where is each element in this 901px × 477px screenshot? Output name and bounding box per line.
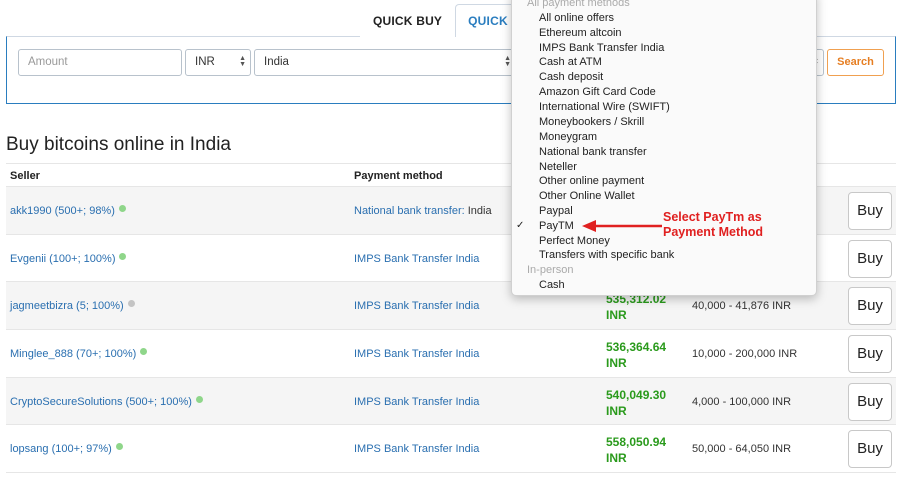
dropdown-option[interactable]: Paypal <box>539 205 573 217</box>
table-row: lopsang (100+; 97%) IMPS Bank Transfer I… <box>6 425 896 474</box>
annotation-callout: Select PayTm as Payment Method <box>663 210 764 239</box>
online-status-dot-icon <box>118 205 126 212</box>
dropdown-option[interactable]: National bank transfer <box>539 146 647 158</box>
buy-button[interactable]: Buy <box>848 382 892 421</box>
online-status-dot-icon <box>140 348 148 356</box>
table-row: CryptoSecureSolutions (500+; 100%) IMPS … <box>6 377 896 426</box>
dropdown-option[interactable]: Transfers with specific bank <box>539 249 674 261</box>
currency-value: INR <box>195 56 215 68</box>
offline-status-dot-icon <box>127 300 135 308</box>
select-arrows-icon: ▲▼ <box>504 55 511 68</box>
dropdown-option[interactable]: Other online payment <box>539 175 644 187</box>
buy-button[interactable]: Buy <box>848 192 892 230</box>
dropdown-option[interactable]: Cash at ATM <box>539 56 602 68</box>
payment-method-link[interactable]: National bank transfer: India <box>354 205 492 217</box>
payment-method-link[interactable]: IMPS Bank Transfer India <box>354 300 479 312</box>
price: 535,312.02 INR <box>606 292 667 323</box>
payment-method-link[interactable]: IMPS Bank Transfer India <box>354 348 479 360</box>
limits: 50,000 - 64,050 INR <box>692 443 792 456</box>
seller-link[interactable]: CryptoSecureSolutions (500+; 100%) <box>10 395 203 408</box>
seller-link[interactable]: Evgenii (100+; 100%) <box>10 252 127 265</box>
dropdown-option[interactable]: IMPS Bank Transfer India <box>539 42 664 54</box>
header-seller: Seller <box>10 170 40 182</box>
buy-button[interactable]: Buy <box>848 239 892 278</box>
price: 558,050.94 INR <box>606 435 667 466</box>
seller-link[interactable]: akk1990 (500+; 98%) <box>10 205 126 217</box>
dropdown-option[interactable]: Neteller <box>539 161 577 173</box>
price: 536,364.64 INR <box>606 340 667 371</box>
tab-quick-buy[interactable]: QUICK BUY <box>360 4 456 37</box>
price: 540,049.30 INR <box>606 387 667 418</box>
seller-link[interactable]: lopsang (100+; 97%) <box>10 443 123 455</box>
payment-method-link[interactable]: IMPS Bank Transfer India <box>354 443 479 455</box>
dropdown-group-label: In-person <box>527 264 574 276</box>
seller-link[interactable]: Minglee_888 (70+; 100%) <box>10 348 148 360</box>
dropdown-option[interactable]: Other Online Wallet <box>539 190 635 202</box>
dropdown-group-label: All payment methods <box>527 0 630 9</box>
dropdown-option[interactable]: International Wire (SWIFT) <box>539 101 670 113</box>
dropdown-option-selected[interactable]: PayTM <box>539 220 574 232</box>
select-arrows-icon: ▲▼ <box>239 55 246 68</box>
dropdown-option[interactable]: Perfect Money <box>539 235 610 247</box>
tab-bar: QUICK BUY QUICK S <box>360 4 533 37</box>
limits: 40,000 - 41,876 INR <box>692 300 792 313</box>
seller-link[interactable]: jagmeetbizra (5; 100%) <box>10 300 135 312</box>
amount-input[interactable]: Amount <box>18 49 182 76</box>
dropdown-option[interactable]: All online offers <box>539 12 614 24</box>
dropdown-option[interactable]: Cash deposit <box>539 71 603 83</box>
search-button[interactable]: Search <box>827 49 884 76</box>
header-payment-method: Payment method <box>354 170 443 182</box>
buy-button[interactable]: Buy <box>848 430 892 469</box>
page-title: Buy bitcoins online in India <box>6 134 231 155</box>
buy-button[interactable]: Buy <box>848 287 892 326</box>
currency-select[interactable]: INR ▲ ▼ <box>185 49 251 76</box>
dropdown-option[interactable]: Moneygram <box>539 131 597 143</box>
dropdown-option[interactable]: Moneybookers / Skrill <box>539 116 644 128</box>
annotation-arrow-icon <box>582 220 662 232</box>
country-select[interactable]: India ▲ ▼ <box>254 49 516 76</box>
limits: 10,000 - 200,000 INR <box>692 348 798 361</box>
table-row: Minglee_888 (70+; 100%) IMPS Bank Transf… <box>6 330 896 378</box>
dropdown-option[interactable]: Amazon Gift Card Code <box>539 86 656 98</box>
country-value: India <box>264 56 289 68</box>
payment-method-link[interactable]: IMPS Bank Transfer India <box>354 396 479 408</box>
buy-button[interactable]: Buy <box>848 335 892 374</box>
dropdown-option[interactable]: Ethereum altcoin <box>539 27 622 39</box>
checkmark-icon: ✓ <box>516 220 525 231</box>
limits: 4,000 - 100,000 INR <box>692 395 792 408</box>
online-status-dot-icon <box>115 443 123 451</box>
online-status-dot-icon <box>119 252 127 260</box>
payment-method-link[interactable]: IMPS Bank Transfer India <box>354 253 479 265</box>
online-status-dot-icon <box>195 395 203 403</box>
dropdown-option[interactable]: Cash <box>539 279 565 291</box>
payment-method-dropdown: All payment methods All online offers Et… <box>511 0 817 296</box>
